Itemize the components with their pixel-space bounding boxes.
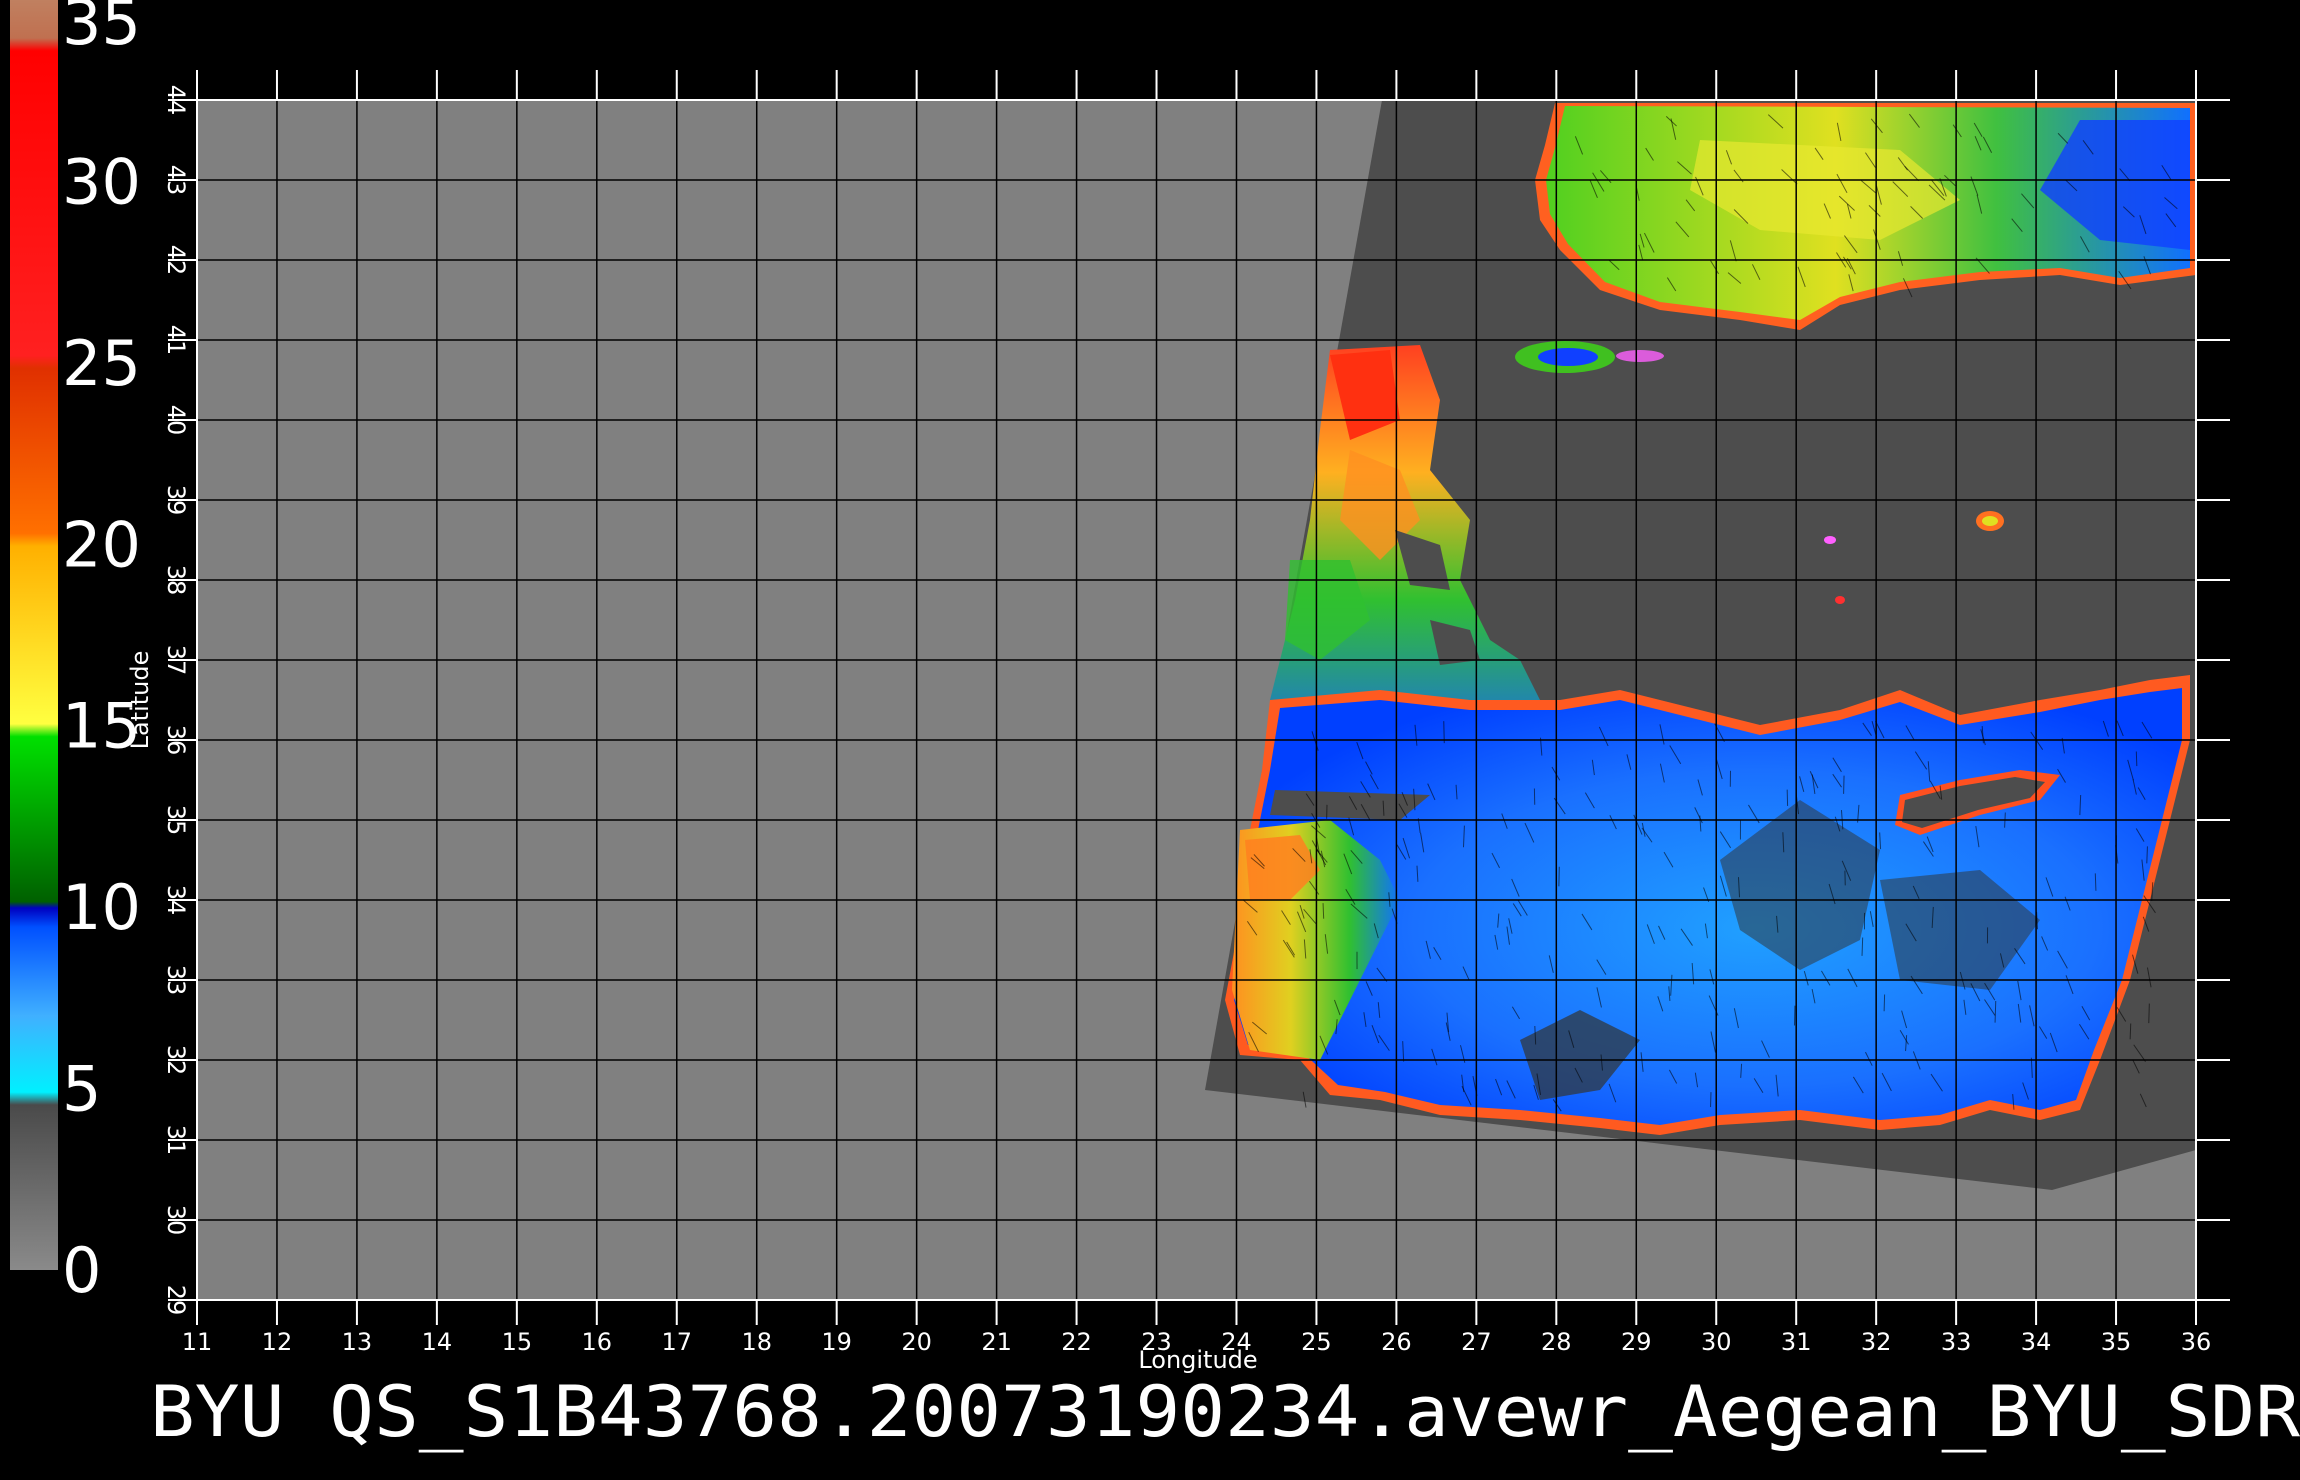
colorbar-label: 25 <box>62 327 141 400</box>
colorbar: 05101520253035 <box>10 0 141 1307</box>
x-tick-label: 36 <box>2181 1328 2212 1356</box>
x-tick-label: 25 <box>1301 1328 1332 1356</box>
colorbar-gradient <box>10 0 58 1270</box>
colorbar-label: 5 <box>62 1053 101 1126</box>
colorbar-label: 0 <box>62 1234 101 1307</box>
y-tick-label: 32 <box>162 1045 190 1076</box>
x-tick-label: 30 <box>1701 1328 1732 1356</box>
y-tick-label: 31 <box>162 1125 190 1156</box>
x-tick-label: 33 <box>1941 1328 1972 1356</box>
wind-vector <box>2148 1003 2150 1024</box>
colorbar-label: 35 <box>62 0 141 59</box>
x-tick-label: 27 <box>1461 1328 1492 1356</box>
x-tick-label: 34 <box>2021 1328 2052 1356</box>
y-tick-label: 35 <box>162 805 190 836</box>
x-tick-label: 21 <box>981 1328 1012 1356</box>
y-tick-label: 38 <box>162 565 190 596</box>
x-tick-label: 17 <box>661 1328 692 1356</box>
y-tick-label: 43 <box>162 165 190 196</box>
map-plot-area <box>196 99 2197 1301</box>
y-tick-label: 40 <box>162 405 190 436</box>
y-tick-label: 34 <box>162 885 190 916</box>
wind-vector <box>1994 1000 1997 1023</box>
x-tick-label: 32 <box>1861 1328 1892 1356</box>
east-med-wind-field <box>1225 675 2190 1135</box>
y-tick-label: 41 <box>162 325 190 356</box>
x-tick-label: 29 <box>1621 1328 1652 1356</box>
x-tick-label: 19 <box>821 1328 852 1356</box>
y-tick-label: 37 <box>162 645 190 676</box>
y-tick-label: 29 <box>162 1285 190 1316</box>
x-tick-label: 11 <box>182 1328 213 1356</box>
y-tick-label: 42 <box>162 245 190 276</box>
wind-vector <box>2094 873 2097 891</box>
y-tick-label: 30 <box>162 1205 190 1236</box>
x-tick-label: 35 <box>2101 1328 2132 1356</box>
x-tick-label: 14 <box>422 1328 453 1356</box>
y-axis-label: Latitude <box>126 651 154 750</box>
x-tick-label: 22 <box>1061 1328 1092 1356</box>
colorbar-label: 30 <box>62 145 141 218</box>
x-tick-label: 15 <box>502 1328 533 1356</box>
wind-vector <box>1861 937 1864 956</box>
y-tick-label: 36 <box>162 725 190 756</box>
x-tick-label: 18 <box>741 1328 772 1356</box>
x-tick-label: 20 <box>901 1328 932 1356</box>
x-tick-label: 28 <box>1541 1328 1572 1356</box>
x-tick-label: 12 <box>262 1328 293 1356</box>
wind-vector <box>2146 846 2148 864</box>
wind-vector <box>1322 903 1325 919</box>
x-tick-label: 31 <box>1781 1328 1812 1356</box>
colorbar-label: 20 <box>62 508 141 581</box>
x-axis-label: Longitude <box>1138 1346 1257 1374</box>
x-tick-label: 26 <box>1381 1328 1412 1356</box>
wind-vector <box>2129 1023 2132 1040</box>
x-tick-label: 16 <box>582 1328 613 1356</box>
x-tick-label: 13 <box>342 1328 373 1356</box>
figure-caption: BYU QS_S1B43768.20073190234.avewr_Aegean… <box>150 1371 2300 1453</box>
wind-map-figure: 0 5 10 15 20 25 30 35 11 12 13 14 15 16 17 18 1… <box>10 0 2300 1453</box>
colorbar-label: 10 <box>62 871 141 944</box>
y-tick-label: 33 <box>162 965 190 996</box>
y-tick-label: 39 <box>162 485 190 516</box>
y-tick-label: 44 <box>162 85 190 116</box>
